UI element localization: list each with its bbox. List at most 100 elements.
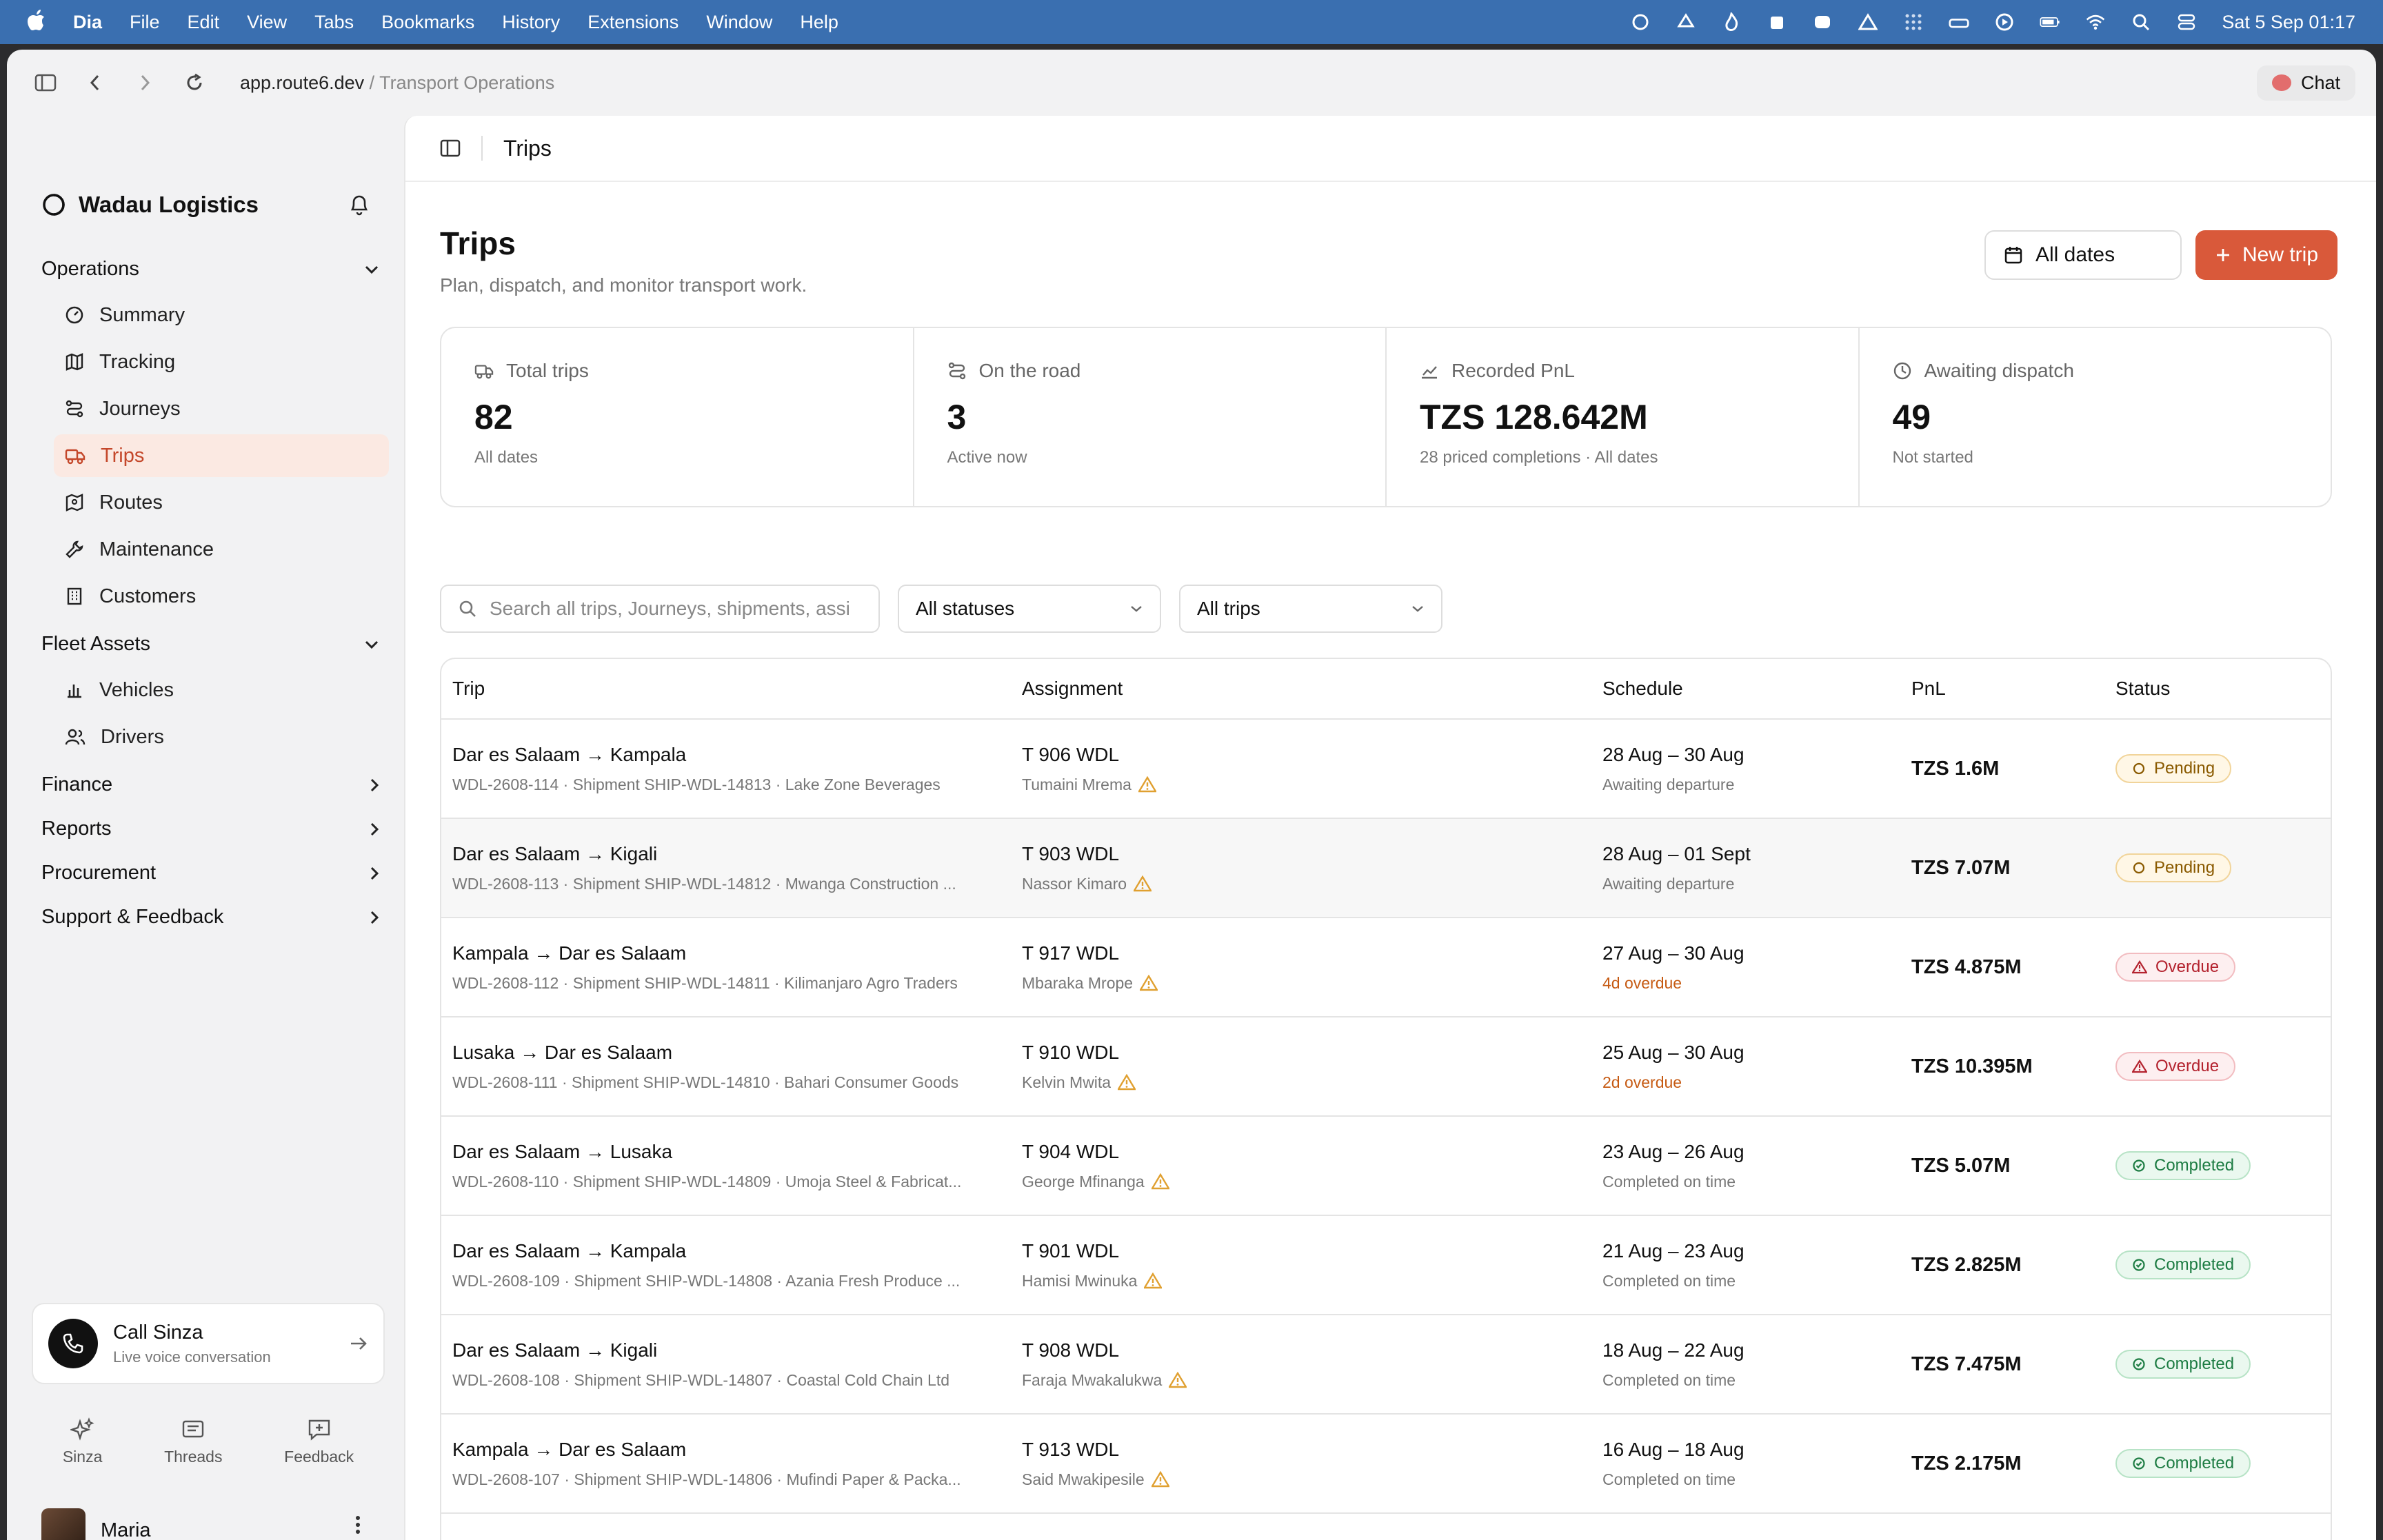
table-row[interactable]: Dar es Salaam → Kigali WDL-2608-113 · Shi… bbox=[441, 819, 2331, 918]
reload-icon[interactable] bbox=[177, 65, 212, 101]
wifi-icon[interactable] bbox=[2085, 12, 2106, 32]
status-filter-select[interactable]: All statuses bbox=[898, 585, 1161, 633]
cloud-icon[interactable] bbox=[1812, 12, 1833, 32]
back-icon[interactable] bbox=[77, 65, 113, 101]
grid-icon[interactable] bbox=[1903, 12, 1924, 32]
battery-icon[interactable] bbox=[2040, 12, 2060, 32]
menu-view[interactable]: View bbox=[247, 12, 287, 33]
nav-group-support-feedback[interactable]: Support & Feedback bbox=[41, 906, 379, 929]
org-switcher[interactable]: Wadau Logistics bbox=[41, 192, 259, 218]
menu-history[interactable]: History bbox=[502, 12, 560, 33]
menu-window[interactable]: Window bbox=[706, 12, 772, 33]
menu-extensions[interactable]: Extensions bbox=[587, 12, 678, 33]
trip-route[interactable]: Kampala → Dar es Salaam bbox=[452, 1439, 1022, 1461]
column-header-status[interactable]: Status bbox=[2115, 678, 2331, 700]
spotlight-search-icon[interactable] bbox=[2131, 12, 2151, 32]
warning-icon[interactable] bbox=[1151, 1471, 1169, 1488]
drive-icon[interactable] bbox=[1858, 12, 1878, 32]
users-icon bbox=[65, 729, 86, 745]
trip-route[interactable]: Dar es Salaam → Kampala bbox=[452, 1240, 1022, 1262]
warning-icon[interactable] bbox=[1140, 975, 1158, 991]
forward-icon[interactable] bbox=[127, 65, 163, 101]
sidebar-item-customers[interactable]: Customers bbox=[54, 575, 389, 618]
trip-filter-select[interactable]: All trips bbox=[1179, 585, 1442, 633]
table-row[interactable]: Kampala → Dar es Salaam WDL-2608-107 · Sh… bbox=[441, 1415, 2331, 1514]
apple-icon[interactable] bbox=[28, 9, 46, 35]
trip-route[interactable]: Lusaka → Dar es Salaam bbox=[452, 1042, 1022, 1064]
date-filter-button[interactable]: All dates bbox=[1984, 230, 2182, 280]
menu-tabs[interactable]: Tabs bbox=[314, 12, 354, 33]
table-row[interactable]: Lusaka → Dar es Salaam WDL-2608-111 · Shi… bbox=[441, 1017, 2331, 1117]
openai-icon[interactable] bbox=[1630, 12, 1651, 32]
menu-bookmarks[interactable]: Bookmarks bbox=[381, 12, 474, 33]
sidebar-item-drivers[interactable]: Drivers bbox=[54, 716, 389, 758]
table-row[interactable]: Dar es Salaam → Kigali WDL-2608-108 · Shi… bbox=[441, 1315, 2331, 1415]
notifications-bell-icon[interactable] bbox=[348, 193, 370, 220]
sinza-action[interactable]: Sinza bbox=[63, 1417, 102, 1466]
trip-route[interactable]: Kampala → Dar es Salaam bbox=[452, 942, 1022, 964]
panel-toggle-icon[interactable] bbox=[440, 139, 461, 158]
menu-edit[interactable]: Edit bbox=[188, 12, 220, 33]
table-row[interactable]: Lusaka → Dar es SalaamWDL-2608-106 · Shi… bbox=[441, 1514, 2331, 1540]
table-row[interactable]: Dar es Salaam → Kampala WDL-2608-114 · Sh… bbox=[441, 720, 2331, 819]
column-header-assignment[interactable]: Assignment bbox=[1022, 678, 1602, 700]
control-center-icon[interactable] bbox=[2176, 12, 2197, 32]
address-bar[interactable]: app.route6.dev / Transport Operations bbox=[240, 72, 554, 94]
trip-route[interactable]: Dar es Salaam → Kigali bbox=[452, 1339, 1022, 1361]
warning-icon[interactable] bbox=[1134, 875, 1152, 892]
warning-icon[interactable] bbox=[1151, 1173, 1169, 1190]
trip-route[interactable]: Dar es Salaam → Kampala bbox=[452, 744, 1022, 766]
column-header-trip[interactable]: Trip bbox=[441, 678, 1022, 700]
chat-button[interactable]: Chat bbox=[2256, 65, 2355, 101]
app-tray-icon[interactable] bbox=[1676, 12, 1696, 32]
new-trip-button[interactable]: New trip bbox=[2195, 230, 2337, 280]
status-label: Overdue bbox=[2155, 1057, 2220, 1075]
menu-help[interactable]: Help bbox=[800, 12, 838, 33]
trip-route[interactable]: Lusaka → Dar es Salaam bbox=[452, 1538, 1022, 1540]
nav-group-operations[interactable]: Operations bbox=[41, 258, 379, 281]
warning-icon[interactable] bbox=[1144, 1273, 1163, 1289]
pnl-value: TZS 1.6M bbox=[1911, 757, 2000, 780]
menubar-clock[interactable]: Sat 5 Sep 01:17 bbox=[2222, 12, 2355, 33]
threads-action[interactable]: Threads bbox=[164, 1417, 222, 1466]
sidebar-item-routes[interactable]: Routes bbox=[54, 481, 389, 524]
feedback-action[interactable]: Feedback bbox=[284, 1417, 354, 1466]
chevron-down-icon bbox=[365, 265, 379, 274]
nav-group-procurement[interactable]: Procurement bbox=[41, 862, 379, 884]
warning-icon[interactable] bbox=[1118, 1074, 1136, 1091]
car-icon[interactable] bbox=[1949, 12, 1969, 32]
app-name[interactable]: Dia bbox=[73, 12, 102, 33]
play-icon[interactable] bbox=[1994, 12, 2015, 32]
table-row[interactable]: Kampala → Dar es Salaam WDL-2608-112 · Sh… bbox=[441, 918, 2331, 1017]
sidebar-item-summary[interactable]: Summary bbox=[54, 294, 389, 336]
sidebar-item-tracking[interactable]: Tracking bbox=[54, 341, 389, 383]
sidebar-item-vehicles[interactable]: Vehicles bbox=[54, 669, 389, 711]
column-header-pnl[interactable]: PnL bbox=[1911, 678, 2115, 700]
menu-file[interactable]: File bbox=[130, 12, 160, 33]
sidebar-item-maintenance[interactable]: Maintenance bbox=[54, 528, 389, 571]
status-badge: Overdue bbox=[2115, 1052, 2236, 1081]
more-vertical-icon[interactable] bbox=[355, 1515, 361, 1540]
stat-value: 82 bbox=[474, 398, 513, 436]
nav-group-fleet-assets[interactable]: Fleet Assets bbox=[41, 633, 379, 656]
trip-route[interactable]: Dar es Salaam → Kigali bbox=[452, 843, 1022, 865]
warning-icon[interactable] bbox=[1138, 776, 1156, 793]
extension-icon[interactable] bbox=[1767, 12, 1787, 32]
nav-group-reports[interactable]: Reports bbox=[41, 818, 379, 840]
flame-icon[interactable] bbox=[1721, 12, 1742, 32]
nav-group-finance[interactable]: Finance bbox=[41, 773, 379, 796]
table-row[interactable]: Dar es Salaam → Lusaka WDL-2608-110 · Shi… bbox=[441, 1117, 2331, 1216]
schedule-dates: 28 Aug – 30 Aug bbox=[1602, 743, 1744, 765]
trip-route[interactable]: Dar es Salaam → Lusaka bbox=[452, 1141, 1022, 1163]
table-row[interactable]: Dar es Salaam → Kampala WDL-2608-109 · Sh… bbox=[441, 1216, 2331, 1315]
warning-icon[interactable] bbox=[1169, 1372, 1187, 1388]
sidebar-item-trips[interactable]: Trips bbox=[54, 434, 389, 477]
search-input[interactable] bbox=[490, 598, 876, 620]
stat-value: 3 bbox=[947, 398, 967, 436]
sidebar-toggle-icon[interactable] bbox=[28, 65, 63, 101]
user-menu[interactable]: Maria bbox=[41, 1508, 151, 1540]
sidebar-item-journeys[interactable]: Journeys bbox=[54, 387, 389, 430]
search-box[interactable] bbox=[440, 585, 880, 633]
column-header-schedule[interactable]: Schedule bbox=[1602, 678, 1911, 700]
call-sinza-card[interactable]: Call Sinza Live voice conversation bbox=[32, 1303, 385, 1384]
